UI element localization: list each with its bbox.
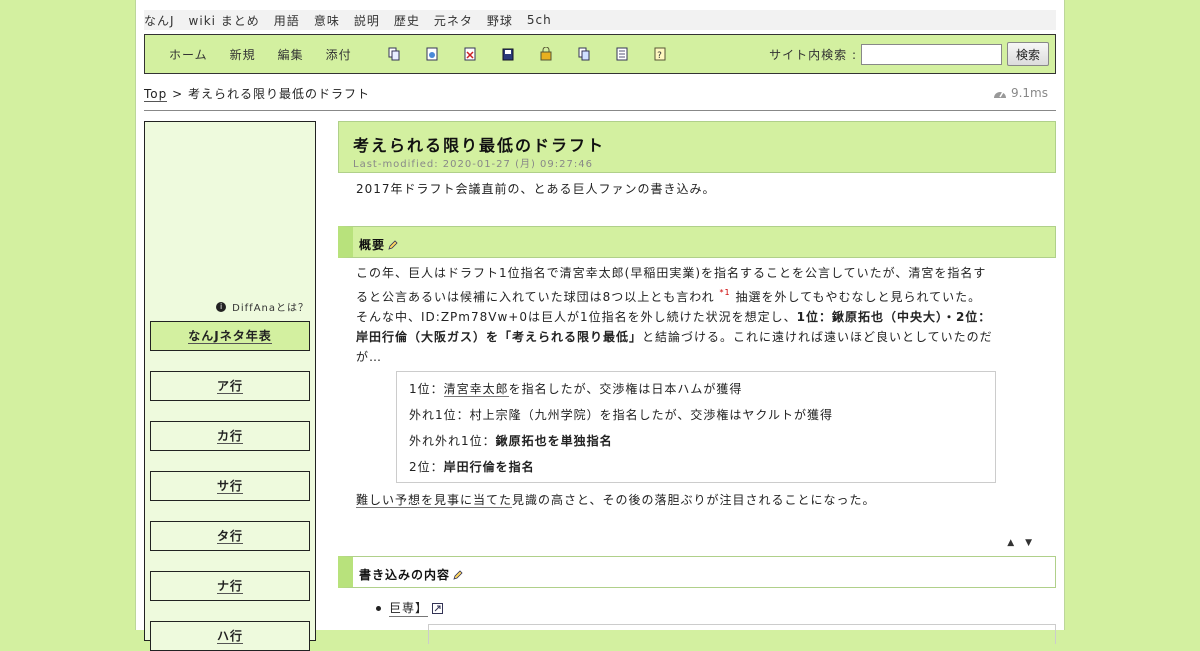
kyosen-link[interactable]: 巨専】 xyxy=(389,599,429,617)
page-nav-arrows[interactable]: ▲ ▼ xyxy=(1007,538,1036,548)
diffana-label: DiffAnaとは？ xyxy=(232,303,309,314)
sidebar-item-label: ハ行 xyxy=(216,628,243,644)
page-title: 考えられる限り最低のドラフト xyxy=(353,136,606,155)
sidebar: i DiffAnaとは？ なんJネタ年表 ア行 カ行 サ行 タ行 ナ行 ハ行 xyxy=(144,121,316,651)
list-item: 巨専】 xyxy=(376,599,444,617)
sidebar-item-ha-gyo[interactable]: ハ行 xyxy=(150,621,310,651)
after-text: 見識の高さと、その後の落胆ぶりが注目されることになった。 xyxy=(512,493,876,507)
list-icon[interactable] xyxy=(578,47,590,61)
breadcrumb-current: 考えられる限り最低のドラフト xyxy=(187,87,370,101)
quote-text: 外れ外れ1位： xyxy=(409,434,496,448)
overview-line: と結論づける。これに遠ければ遠いほど良いとしていたのだ xyxy=(642,330,993,344)
quote-box: 1位：清宮幸太郎を指名したが、交渉権は日本ハムが獲得 外れ1位：村上宗隆（九州学… xyxy=(396,371,996,483)
overview-line: が… xyxy=(356,350,383,364)
topnav-link-motoneta[interactable]: 元ネタ xyxy=(434,12,473,29)
quote-text: を指名したが、交渉権は日本ハムが獲得 xyxy=(508,382,743,396)
title-box: 考えられる限り最低のドラフト Last-modified: 2020-01-27… xyxy=(338,121,1056,173)
help-icon[interactable]: ? xyxy=(654,47,666,61)
recent-icon[interactable] xyxy=(616,47,628,61)
info-icon: i xyxy=(216,301,227,312)
menu-edit-link[interactable]: 編集 xyxy=(278,46,304,63)
search-button[interactable]: 検索 xyxy=(1007,42,1049,66)
sidebar-item-label: ナ行 xyxy=(216,578,243,594)
header-divider xyxy=(144,110,1056,111)
diffana-link[interactable]: i DiffAnaとは？ xyxy=(216,299,309,314)
quote-bold: 鍬原拓也を単独指名 xyxy=(495,434,613,448)
sidebar-item-ka-gyo[interactable]: カ行 xyxy=(150,421,310,451)
section-title: 概要 xyxy=(359,238,386,252)
menu-icon-group: ? xyxy=(388,46,692,61)
breadcrumb: Top > 考えられる限り最低のドラフト xyxy=(144,85,370,102)
yosou-link[interactable]: 難しい予想を見事に当てた xyxy=(356,493,513,508)
section-heading-overview: 概要 xyxy=(338,226,1056,258)
sidebar-item-na-gyo[interactable]: ナ行 xyxy=(150,571,310,601)
bullet-dot xyxy=(376,605,381,611)
sidebar-item-label: タ行 xyxy=(216,528,243,544)
pencil-edit-icon[interactable] xyxy=(453,569,463,583)
after-paragraph: 難しい予想を見事に当てた見識の高さと、その後の落胆ぶりが注目されることになった。 xyxy=(356,490,876,510)
quote-text: 外れ1位：村上宗隆（九州学院）を指名したが、交渉権はヤクルトが獲得 xyxy=(409,408,834,422)
overview-line: そんな中、ID:ZPm78Vw+0は巨人が1位指名を外し続けた状況を想定し、 xyxy=(356,310,797,324)
overview-bold: 1位：鍬原拓也（中央大）・2位： xyxy=(796,310,992,324)
topnav-link-imi[interactable]: 意味 xyxy=(314,12,340,29)
section-title: 書き込みの内容 xyxy=(359,568,451,582)
overview-paragraph: この年、巨人はドラフト1位指名で清宮幸太郎(早稲田実業)を指名することを公言して… xyxy=(356,263,1036,367)
sidebar-item-ta-gyo[interactable]: タ行 xyxy=(150,521,310,551)
copy-icon[interactable] xyxy=(388,47,400,61)
sidebar-item-label: なんJネタ年表 xyxy=(188,328,272,344)
rename-icon[interactable] xyxy=(426,47,438,61)
page-container: なんJ wiki まとめ 用語 意味 説明 歴史 元ネタ 野球 5ch ホーム … xyxy=(135,0,1065,651)
topnav-link-nanj[interactable]: なんJ xyxy=(144,12,175,29)
topnav-link-rekishi[interactable]: 歴史 xyxy=(394,12,420,29)
diff-icon[interactable] xyxy=(464,47,476,61)
overview-line: ると公言あるいは候補に入れていた球団は8つ以上とも言われ xyxy=(356,290,715,304)
site-search: サイト内検索 : 検索 xyxy=(769,42,1049,66)
search-label: サイト内検索 : xyxy=(769,47,857,62)
sidebar-item-a-gyo[interactable]: ア行 xyxy=(150,371,310,401)
quote-bold: 岸田行倫を指名 xyxy=(443,460,535,474)
quote-box-2 xyxy=(428,624,1056,644)
render-time-value: 9.1ms xyxy=(1010,86,1048,100)
backup-icon[interactable] xyxy=(502,47,514,61)
top-navigation: なんJ wiki まとめ 用語 意味 説明 歴史 元ネタ 野球 5ch xyxy=(144,10,1056,30)
section-heading-content: 書き込みの内容 xyxy=(338,556,1056,588)
quote-text: 1位： xyxy=(409,382,444,396)
topnav-link-yougo[interactable]: 用語 xyxy=(274,12,300,29)
overview-line: この年、巨人はドラフト1位指名で清宮幸太郎(早稲田実業)を指名することを公言して… xyxy=(356,266,987,280)
svg-text:?: ? xyxy=(657,51,663,61)
sidebar-item-label: カ行 xyxy=(216,428,243,444)
topnav-link-yakyu[interactable]: 野球 xyxy=(487,12,513,29)
overview-bold: 岸田行倫（大阪ガス）を「考えられる限り最低」 xyxy=(356,330,643,344)
freeze-icon[interactable] xyxy=(540,46,552,61)
breadcrumb-separator: > xyxy=(167,87,188,101)
pencil-edit-icon[interactable] xyxy=(388,239,398,253)
topnav-link-5ch[interactable]: 5ch xyxy=(527,13,552,27)
kiyomiya-link[interactable]: 清宮幸太郎 xyxy=(443,382,509,397)
sidebar-item-label: サ行 xyxy=(216,478,243,494)
sidebar-item-nenpyo[interactable]: なんJネタ年表 xyxy=(150,321,310,351)
last-modified: Last-modified: 2020-01-27 (月) 09:27:46 xyxy=(353,159,593,170)
quote-text: 2位： xyxy=(409,460,444,474)
sidebar-item-label: ア行 xyxy=(216,378,243,394)
menu-attach-link[interactable]: 添付 xyxy=(326,46,352,63)
search-input[interactable] xyxy=(861,43,1002,65)
render-time: 9.1ms xyxy=(993,86,1048,100)
intro-text: 2017年ドラフト会議直前の、とある巨人ファンの書き込み。 xyxy=(356,182,716,196)
overview-line: 抽選を外してもやむなしと見られていた。 xyxy=(735,290,982,304)
external-link-icon[interactable] xyxy=(432,602,444,614)
topnav-link-setsumei[interactable]: 説明 xyxy=(354,12,380,29)
menu-new-link[interactable]: 新規 xyxy=(230,46,256,63)
footnote-link[interactable]: *1 xyxy=(720,288,731,297)
speedometer-icon xyxy=(993,91,1006,98)
menu-bar: ホーム 新規 編集 添付 ? サイト内検索 : 検索 xyxy=(144,34,1056,74)
sidebar-item-sa-gyo[interactable]: サ行 xyxy=(150,471,310,501)
breadcrumb-top-link[interactable]: Top xyxy=(144,87,168,102)
menu-home-link[interactable]: ホーム xyxy=(169,46,208,63)
topnav-link-wiki[interactable]: wiki まとめ xyxy=(189,12,260,29)
